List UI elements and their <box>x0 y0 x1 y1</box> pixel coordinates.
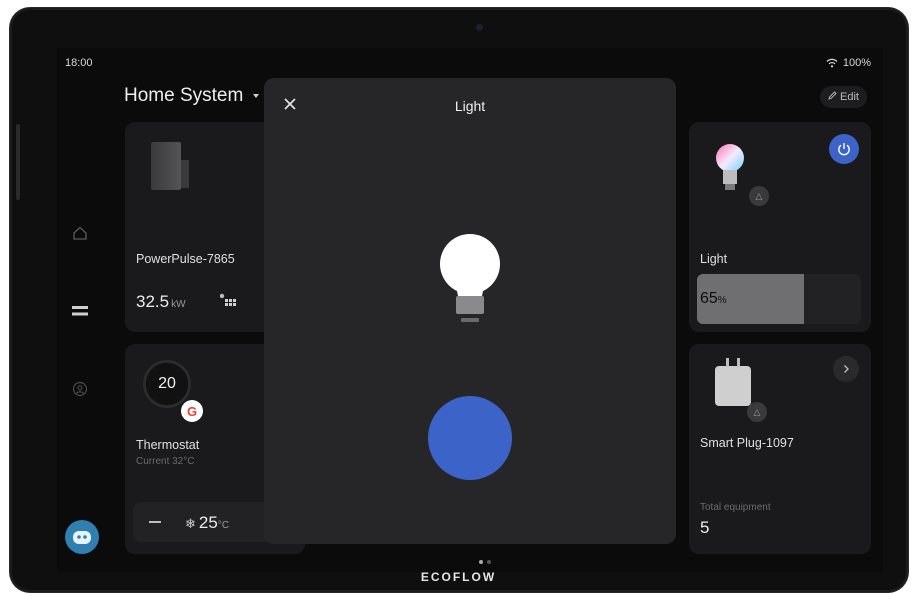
light-name: Light <box>700 252 728 266</box>
solar-panel-icon <box>217 292 239 315</box>
matter-icon: △ <box>747 402 767 422</box>
home-icon[interactable] <box>69 222 91 244</box>
target-temp-unit: °C <box>217 520 230 531</box>
brightness-number: 65 <box>700 290 718 307</box>
battery-level: 100% <box>842 57 871 69</box>
matter-icon: △ <box>749 186 769 206</box>
thermostat-current-temp: Current 32°C <box>136 456 195 467</box>
device-card-smart-plug[interactable]: △ Smart Plug-1097 Total equipment 5 <box>689 344 871 554</box>
light-power-toggle[interactable] <box>829 134 859 164</box>
google-logo-icon: G <box>181 400 203 422</box>
minus-icon[interactable] <box>149 521 161 523</box>
ecoflow-logo: ECOFLOW <box>420 570 497 584</box>
modal-title: Light <box>454 98 486 114</box>
lightbulb-icon <box>434 234 506 339</box>
total-equipment-label: Total equipment <box>700 502 771 513</box>
edit-button[interactable]: Edit <box>820 86 867 108</box>
powerpulse-image <box>151 142 189 190</box>
pencil-icon <box>828 91 837 103</box>
menu-icon[interactable] <box>69 300 91 322</box>
page-indicator <box>479 560 491 564</box>
total-equipment-value: 5 <box>700 518 710 537</box>
screen: 18:00 100% Home System Edit PowerPulse-7… <box>57 48 883 572</box>
power-value: 32.5 kW <box>136 292 186 312</box>
target-temperature: ❄ 25°C <box>185 513 229 533</box>
light-power-button[interactable] <box>428 396 512 480</box>
light-control-modal: Light <box>264 78 676 544</box>
plug-name: Smart Plug-1097 <box>700 436 794 450</box>
thermostat-dial: 20 <box>143 360 191 408</box>
edit-label: Edit <box>840 91 859 103</box>
side-button <box>16 124 20 200</box>
page-dot[interactable] <box>487 560 491 564</box>
target-temp-value: 25 <box>198 513 218 532</box>
smart-plug-image <box>715 358 751 406</box>
assistant-avatar[interactable] <box>65 520 99 554</box>
front-camera <box>476 24 483 31</box>
tablet-frame: 18:00 100% Home System Edit PowerPulse-7… <box>10 8 908 592</box>
device-card-light[interactable]: △ Light 65% <box>689 122 871 332</box>
brightness-value: 65% <box>700 290 727 308</box>
status-bar-right: 100% <box>826 57 871 69</box>
brightness-unit: % <box>717 295 727 306</box>
page-dot-active[interactable] <box>479 560 483 564</box>
device-name: PowerPulse-7865 <box>136 252 235 266</box>
power-unit: kW <box>171 299 186 310</box>
smart-bulb-image <box>713 142 747 203</box>
chevron-right-button[interactable] <box>833 356 859 382</box>
snowflake-icon: ❄ <box>185 516 196 531</box>
thermostat-name: Thermostat <box>136 438 200 452</box>
wifi-icon <box>826 58 838 68</box>
caret-down-icon[interactable] <box>253 94 259 98</box>
home-system-selector[interactable]: Home System <box>124 85 243 107</box>
power-number: 32.5 <box>136 292 170 311</box>
status-time: 18:00 <box>65 57 93 69</box>
profile-icon[interactable] <box>69 378 91 400</box>
